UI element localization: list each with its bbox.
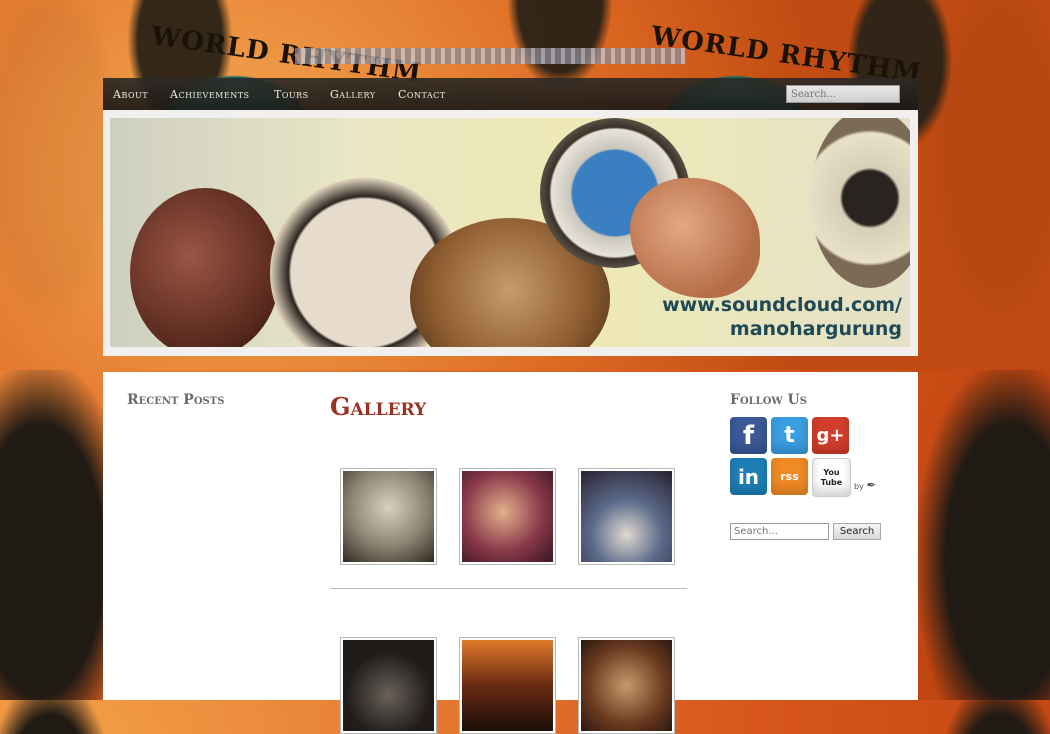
header-banner-image: www.soundcloud.com/ manohargurung <box>110 118 910 347</box>
nav-item-contact[interactable]: Contact <box>398 88 446 101</box>
drum-shape <box>810 118 910 288</box>
rss-label: rss <box>780 470 799 483</box>
photo-6 <box>581 640 672 731</box>
photo-1 <box>343 471 434 562</box>
hand-shape <box>630 178 760 298</box>
sidebar-search-input[interactable] <box>730 523 829 540</box>
feather-icon: ✒ <box>866 478 877 492</box>
gallery-thumb-3[interactable] <box>578 468 675 565</box>
linkedin-label: in <box>737 464 760 489</box>
google-plus-label: g+ <box>816 425 845 446</box>
facebook-icon[interactable]: f <box>730 417 767 454</box>
nav-item-gallery[interactable]: Gallery <box>330 88 376 101</box>
linkedin-icon[interactable]: in <box>730 458 767 495</box>
gallery-thumb-4[interactable] <box>340 637 437 734</box>
photo-2 <box>462 471 553 562</box>
nav-item-achievements[interactable]: Achievements <box>170 88 250 101</box>
header-search-input[interactable] <box>786 85 900 103</box>
twitter-icon[interactable]: t <box>771 417 808 454</box>
google-plus-icon[interactable]: g+ <box>812 417 849 454</box>
gallery-thumb-2[interactable] <box>459 468 556 565</box>
gallery-thumb-1[interactable] <box>340 468 437 565</box>
rss-icon[interactable]: rss <box>771 458 808 495</box>
recent-posts-title: Recent Posts <box>127 392 225 408</box>
youtube-label: You Tube <box>820 467 843 487</box>
gallery-thumb-5[interactable] <box>459 637 556 734</box>
youtube-icon[interactable]: You Tube <box>812 458 851 497</box>
photo-3 <box>581 471 672 562</box>
twitter-label: t <box>784 423 795 448</box>
nav-item-tours[interactable]: Tours <box>274 88 309 101</box>
banner-url-line2: manohargurung <box>729 318 902 340</box>
sidebar-search-button[interactable]: Search <box>833 523 881 540</box>
page-title: Gallery <box>330 392 427 421</box>
banner-url-line1: www.soundcloud.com/ <box>662 294 902 316</box>
credit-label: by <box>854 482 864 491</box>
gallery-thumb-6[interactable] <box>578 637 675 734</box>
gallery-divider <box>330 588 687 589</box>
photo-5 <box>462 640 553 731</box>
nav-item-about[interactable]: About <box>113 88 148 101</box>
social-credit: by ✒ <box>854 478 876 492</box>
facebook-label: f <box>742 420 755 451</box>
follow-us-title: Follow Us <box>730 392 807 408</box>
logo-stripes <box>295 48 685 64</box>
drum-shape <box>130 188 280 347</box>
photo-4 <box>343 640 434 731</box>
